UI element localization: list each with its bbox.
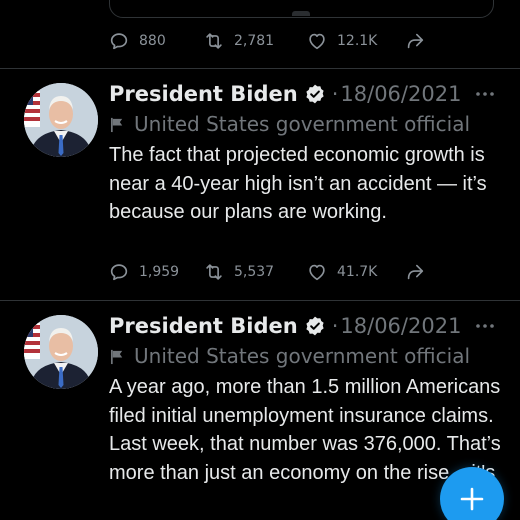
avatar[interactable] — [24, 83, 98, 157]
reply-count: 1,959 — [139, 264, 180, 280]
share-icon — [407, 264, 424, 280]
share-icon — [407, 33, 424, 49]
retweet-count: 2,781 — [234, 33, 275, 49]
profile-photo — [24, 83, 98, 157]
retweet-button[interactable]: 5,537 — [203, 258, 274, 286]
tweet-actions: 1,959 5,537 41.7K — [108, 258, 448, 286]
heart-icon — [309, 33, 325, 50]
reply-button[interactable]: 880 — [108, 27, 166, 55]
share-button[interactable] — [404, 258, 426, 286]
share-button[interactable] — [404, 27, 426, 55]
reply-button[interactable]: 1,959 — [108, 258, 179, 286]
avatar[interactable] — [24, 315, 98, 389]
tweet-header: President Biden · 18/06/2021 — [109, 79, 461, 109]
retweet-icon — [206, 33, 222, 49]
reply-count: 880 — [139, 33, 166, 49]
profile-photo — [24, 315, 98, 389]
flag-icon — [110, 117, 123, 132]
label-text: United States government official — [134, 112, 471, 136]
retweet-count: 5,537 — [234, 264, 275, 280]
tweet-header: President Biden · 18/06/2021 — [109, 311, 461, 341]
heart-icon — [309, 264, 325, 281]
flag-icon — [110, 349, 123, 364]
government-label: United States government official — [109, 109, 470, 139]
reply-icon — [110, 33, 128, 50]
compose-plus-icon — [460, 487, 484, 511]
retweet-button[interactable]: 2,781 — [203, 27, 274, 55]
label-text: United States government official — [134, 344, 471, 368]
tweet-date[interactable]: 18/06/2021 — [340, 314, 461, 338]
tweet-text: A year ago, more than 1.5 million Americ… — [109, 376, 501, 484]
retweet-icon — [206, 264, 222, 280]
tweet-date[interactable]: 18/06/2021 — [340, 82, 461, 106]
tweet-divider — [0, 68, 520, 69]
tweet-text: The fact that projected economic growth … — [109, 144, 487, 223]
tweet-actions: 880 2,781 12.1K — [108, 27, 448, 55]
more-options-icon[interactable] — [474, 321, 496, 331]
timeline-feed: 880 2,781 12.1K President Biden · 18/06/… — [0, 0, 520, 520]
like-button[interactable]: 12.1K — [306, 27, 377, 55]
like-count: 41.7K — [337, 264, 378, 280]
like-count: 12.1K — [337, 33, 378, 49]
header-separator: · — [331, 314, 339, 338]
author-name[interactable]: President Biden — [109, 314, 298, 338]
quoted-tweet-card[interactable] — [109, 0, 494, 18]
government-label: United States government official — [109, 341, 470, 371]
tweet-divider — [0, 300, 520, 301]
more-options-icon[interactable] — [474, 89, 496, 99]
verified-badge-icon — [306, 316, 324, 336]
verified-badge-icon — [306, 84, 324, 104]
header-separator: · — [331, 82, 339, 106]
reply-icon — [110, 264, 128, 281]
author-name[interactable]: President Biden — [109, 82, 298, 106]
like-button[interactable]: 41.7K — [306, 258, 377, 286]
